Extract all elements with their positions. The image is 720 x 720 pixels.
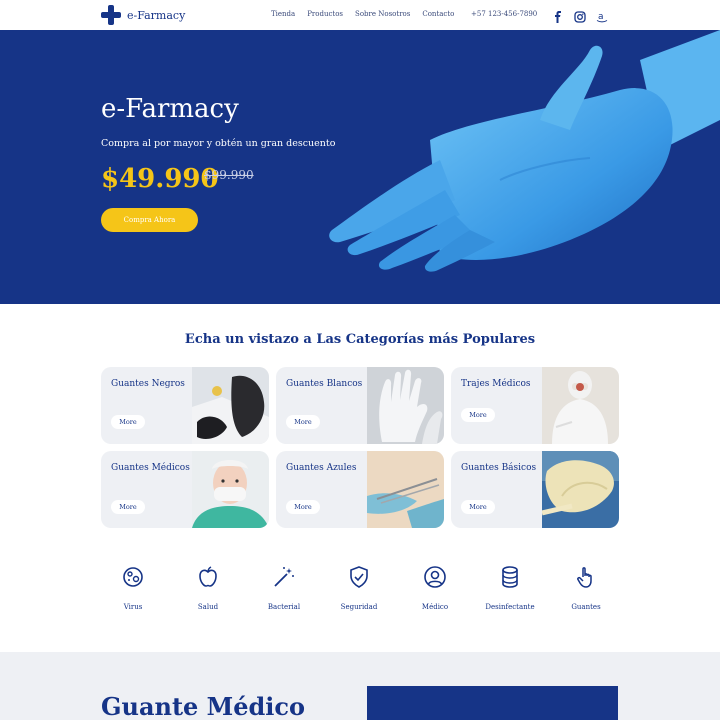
more-button[interactable]: More [461, 408, 495, 422]
latex-gloves-image [542, 451, 619, 528]
feature-label: Guantes [571, 603, 601, 611]
blue-gloves-tools-image [367, 451, 444, 528]
feature-label: Salud [197, 603, 219, 611]
logo[interactable]: e-Farmacy [101, 5, 185, 25]
more-button[interactable]: More [461, 500, 495, 514]
categories-title: Echa un vistazo a Las Categorías más Pop… [184, 332, 536, 347]
amazon-icon[interactable]: a [596, 8, 608, 23]
black-gloves-image [192, 367, 269, 444]
category-card-guantes-basicos[interactable]: Guantes Básicos More [451, 451, 619, 528]
buy-now-button[interactable]: Compra Ahora [101, 208, 198, 232]
category-name: Guantes Básicos [461, 463, 537, 473]
nav-phone[interactable]: +57 123-456-7890 [471, 10, 537, 18]
product-section: Guante Médico [0, 652, 720, 720]
feature-virus[interactable]: Virus [103, 565, 163, 611]
top-navbar: e-Farmacy Tienda Productos Sobre Nosotro… [0, 0, 720, 30]
logo-text: e-Farmacy [127, 8, 186, 22]
magic-wand-icon [274, 567, 294, 587]
nav-link-tienda[interactable]: Tienda [271, 10, 295, 18]
category-name: Guantes Azules [286, 463, 357, 473]
category-card-guantes-medicos[interactable]: Guantes Médicos More [101, 451, 269, 528]
svg-text:a: a [598, 12, 604, 22]
medical-cross-icon [101, 5, 121, 25]
instagram-icon[interactable] [574, 8, 586, 23]
facebook-icon[interactable] [552, 8, 564, 23]
product-image-panel [367, 686, 618, 720]
feature-desinfectante[interactable]: Desinfectante [480, 565, 540, 611]
category-name: Trajes Médicos [461, 379, 531, 389]
hero-old-price: $99.990 [204, 168, 254, 182]
feature-label: Seguridad [340, 603, 378, 611]
more-button[interactable]: More [111, 415, 145, 429]
feature-medico[interactable]: Médico [405, 565, 465, 611]
white-gloves-image [367, 367, 444, 444]
feature-label: Bacterial [267, 603, 301, 611]
feature-seguridad[interactable]: Seguridad [329, 565, 389, 611]
category-name: Guantes Negros [111, 379, 185, 389]
database-icon [502, 566, 518, 588]
category-card-trajes-medicos[interactable]: Trajes Médicos More [451, 367, 619, 444]
user-circle-icon [424, 566, 446, 588]
hand-pointer-icon [577, 567, 592, 588]
doctor-mask-image [192, 451, 269, 528]
more-button[interactable]: More [286, 415, 320, 429]
feature-label: Desinfectante [485, 603, 535, 611]
category-card-guantes-negros[interactable]: Guantes Negros More [101, 367, 269, 444]
feature-label: Médico [421, 603, 449, 611]
more-button[interactable]: More [286, 500, 320, 514]
medical-suit-image [542, 367, 619, 444]
category-card-guantes-blancos[interactable]: Guantes Blancos More [276, 367, 444, 444]
blue-glove-image [329, 30, 720, 272]
apple-icon [199, 566, 217, 587]
hero-subtitle: Compra al por mayor y obtén un gran desc… [101, 138, 336, 149]
virus-icon [123, 567, 143, 587]
hero-title: e-Farmacy [101, 94, 239, 124]
feature-salud[interactable]: Salud [178, 565, 238, 611]
more-button[interactable]: More [111, 500, 145, 514]
social-links: a [552, 8, 608, 23]
nav-link-productos[interactable]: Productos [307, 10, 343, 18]
feature-label: Virus [123, 603, 143, 611]
category-name: Guantes Médicos [111, 463, 190, 473]
feature-bacterial[interactable]: Bacterial [254, 565, 314, 611]
hero-banner: e-Farmacy Compra al por mayor y obtén un… [0, 30, 720, 304]
category-name: Guantes Blancos [286, 379, 363, 389]
category-card-guantes-azules[interactable]: Guantes Azules More [276, 451, 444, 528]
nav-links: Tienda Productos Sobre Nosotros Contacto [271, 10, 454, 18]
hero-price: $49.990 [101, 164, 219, 194]
feature-guantes[interactable]: Guantes [556, 565, 616, 611]
shield-check-icon [350, 566, 368, 588]
nav-link-contacto[interactable]: Contacto [422, 10, 454, 18]
section-title: Guante Médico [101, 692, 306, 720]
nav-link-sobre-nosotros[interactable]: Sobre Nosotros [355, 10, 410, 18]
